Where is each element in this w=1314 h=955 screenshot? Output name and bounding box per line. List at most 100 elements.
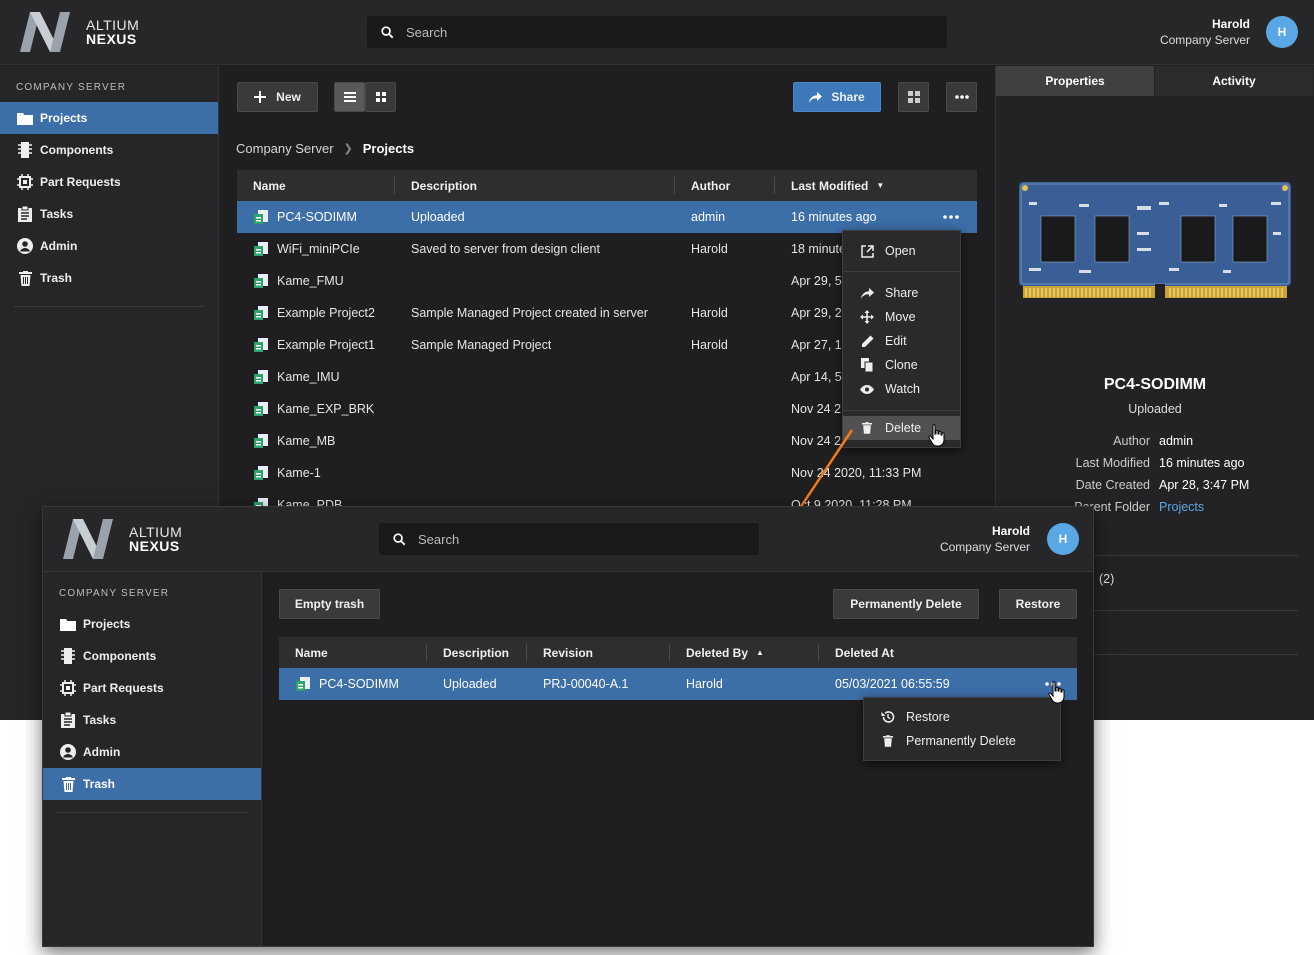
menu-item-share[interactable]: Share (843, 281, 960, 305)
cell-deleted-by: Harold (686, 677, 723, 691)
sidebar-item-admin[interactable]: Admin (43, 736, 261, 768)
altium-nexus-logo[interactable]: ALTIUM NEXUS (16, 8, 139, 56)
search-input[interactable]: Search (367, 16, 947, 48)
table-header: Name Description Author Last Modified ▼ (237, 170, 977, 201)
column-header-label: Last Modified (791, 178, 869, 193)
sidebar-divider (57, 812, 247, 813)
share-button[interactable]: Share (793, 82, 881, 112)
sidebar-item-projects[interactable]: Projects (0, 102, 218, 134)
cell-name-text: Example Project1 (277, 338, 375, 352)
column-header-description[interactable]: Description (411, 170, 477, 201)
cell-deleted-at: 05/03/2021 06:55:59 (835, 677, 950, 691)
row-more-button[interactable] (943, 201, 959, 233)
chip-icon (59, 647, 77, 665)
user-org: Company Server (1159, 33, 1250, 47)
permanently-delete-button[interactable]: Permanently Delete (833, 589, 979, 619)
sidebar-item-label: Part Requests (83, 681, 164, 695)
menu-item-clone[interactable]: Clone (843, 353, 960, 377)
altium-nexus-logo[interactable]: ALTIUM NEXUS (59, 515, 182, 563)
brand-line1: ALTIUM (129, 524, 183, 540)
sidebar-item-label: Trash (83, 777, 116, 791)
column-header-description[interactable]: Description (443, 637, 509, 668)
restore-button[interactable]: Restore (999, 589, 1077, 619)
list-icon (343, 92, 356, 102)
managed-project-icon (254, 274, 268, 288)
cell-author: admin (691, 210, 726, 224)
selected-project-description: Uploaded (1128, 402, 1182, 416)
property-last-modified: Last Modified 16 minutes ago (996, 456, 1314, 478)
empty-trash-button[interactable]: Empty trash (279, 589, 380, 619)
plus-icon (254, 91, 267, 103)
menu-item-open[interactable]: Open (843, 239, 960, 263)
cell-author: Harold (691, 338, 728, 352)
cell-description: Saved to server from design client (411, 242, 600, 256)
chevron-right-icon: ❯ (343, 143, 353, 155)
table-row[interactable]: Kame-1 Nov 24 2020, 11:33 PM (237, 457, 977, 489)
trash-context-menu: Restore Permanently Delete (863, 697, 1061, 761)
sidebar-item-admin[interactable]: Admin (0, 230, 218, 262)
menu-item-restore[interactable]: Restore (864, 705, 1060, 729)
sidebar-item-projects[interactable]: Projects (43, 608, 261, 640)
sidebar-item-part-requests[interactable]: Part Requests (0, 166, 218, 198)
trash-window: ALTIUM NEXUS Search Harold Company Serve… (42, 506, 1094, 947)
column-header-author[interactable]: Author (691, 170, 730, 201)
column-header-name[interactable]: Name (253, 170, 286, 201)
trash-icon (16, 269, 34, 287)
trash-icon (859, 420, 875, 436)
avatar[interactable]: H (1266, 16, 1298, 48)
column-header-last-modified[interactable]: Last Modified ▼ (791, 170, 884, 201)
tab-activity[interactable]: Activity (1155, 66, 1314, 96)
sidebar-item-components[interactable]: Components (43, 640, 261, 672)
sidebar-item-label: Projects (40, 111, 88, 125)
menu-item-label: Share (885, 286, 919, 300)
column-header-revision[interactable]: Revision (543, 637, 593, 668)
managed-project-icon (254, 210, 268, 224)
column-header-deleted-at[interactable]: Deleted At (835, 637, 894, 668)
menu-item-permanently-delete[interactable]: Permanently Delete (864, 729, 1060, 753)
user-info[interactable]: Harold Company Server (940, 523, 1030, 555)
sidebar-item-part-requests[interactable]: Part Requests (43, 672, 261, 704)
column-header-deleted-by[interactable]: Deleted By ▲ (686, 637, 764, 668)
column-divider (426, 644, 427, 661)
nexus-logo-icon (63, 519, 113, 559)
hand-cursor-icon (1048, 681, 1065, 704)
sidebar-item-trash[interactable]: Trash (0, 262, 218, 294)
column-header-name[interactable]: Name (295, 637, 328, 668)
grid-view-button[interactable] (365, 82, 396, 112)
cell-last-modified: 16 minutes ago (791, 210, 877, 224)
column-divider (394, 177, 395, 194)
new-button[interactable]: New (237, 82, 318, 112)
cell-name: Kame_MB (253, 425, 335, 457)
more-actions-button[interactable] (946, 82, 977, 112)
sidebar-item-components[interactable]: Components (0, 134, 218, 166)
menu-item-watch[interactable]: Watch (843, 377, 960, 401)
avatar[interactable]: H (1047, 523, 1079, 555)
table-row[interactable]: PC4-SODIMM Uploaded PRJ-00040-A.1 Harold… (279, 668, 1077, 700)
clipboard-icon (59, 711, 77, 729)
user-name: Harold (1211, 17, 1250, 31)
menu-item-move[interactable]: Move (843, 305, 960, 329)
column-divider (818, 644, 819, 661)
cell-last-modified: Apr 29, 5 (791, 274, 842, 288)
user-info[interactable]: Harold Company Server (1160, 16, 1250, 48)
layout-toggle-button[interactable] (898, 82, 929, 112)
sidebar-item-trash[interactable]: Trash (43, 768, 261, 800)
cell-name-text: PC4-SODIMM (319, 677, 399, 691)
cell-name-text: Kame_IMU (277, 370, 340, 384)
menu-item-label: Move (885, 310, 916, 324)
project-thumbnail-pcb (1019, 182, 1291, 300)
sidebar-item-tasks[interactable]: Tasks (0, 198, 218, 230)
search-input[interactable]: Search (379, 523, 759, 555)
top-bar: ALTIUM NEXUS Search Harold Company Serve… (0, 0, 1314, 65)
search-placeholder: Search (406, 24, 448, 40)
parent-folder-link[interactable]: Projects (1159, 500, 1204, 514)
table-row[interactable]: PC4-SODIMM Uploaded admin 16 minutes ago (237, 201, 977, 233)
menu-item-edit[interactable]: Edit (843, 329, 960, 353)
tab-properties[interactable]: Properties (996, 66, 1155, 96)
managed-project-icon (254, 338, 268, 352)
list-view-button[interactable] (334, 82, 365, 112)
sidebar-item-tasks[interactable]: Tasks (43, 704, 261, 736)
selected-project-name: PC4-SODIMM (1103, 376, 1207, 393)
breadcrumb-root[interactable]: Company Server (236, 141, 334, 156)
cell-last-modified: Apr 27, 1 (791, 338, 842, 352)
